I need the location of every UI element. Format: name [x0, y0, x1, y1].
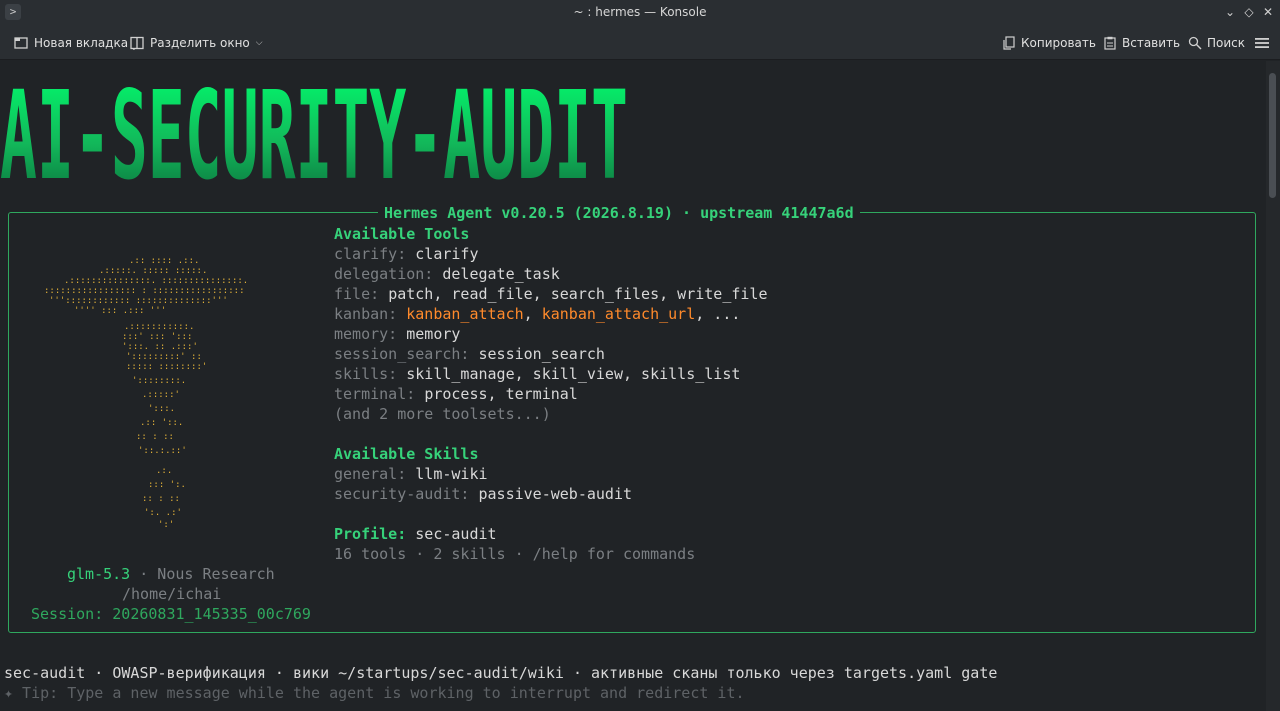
chevron-down-icon[interactable]: ⌵ [256, 38, 263, 48]
tool-group-values: memory [406, 325, 461, 343]
title-bar: > ~ : hermes — Konsole ⌄ ◇ ✕ [0, 0, 1280, 26]
skills-heading: Available Skills [334, 445, 479, 463]
tool-group-name: file: [334, 285, 389, 303]
tool-group-name: memory: [334, 325, 407, 343]
tool-row: memory: memory [334, 324, 460, 344]
tool-unavailable: kanban_attach_url [541, 305, 696, 323]
paste-label: Вставить [1122, 36, 1181, 50]
scrollbar-thumb[interactable] [1269, 73, 1276, 198]
tool-group-values: clarify [415, 245, 479, 263]
tool-row: session_search: session_search [334, 344, 605, 364]
new-tab-icon [14, 37, 28, 49]
profile-label: Profile: [334, 525, 407, 543]
tool-group-values: delegate_task [442, 265, 560, 283]
copy-button[interactable]: Копировать [1002, 33, 1096, 53]
skill-row: security-audit: passive-web-audit [334, 484, 632, 504]
new-tab-button[interactable]: Новая вкладка ⌄ [14, 33, 138, 53]
window-title: ~ : hermes — Konsole [573, 5, 707, 19]
summary-line: 16 tools · 2 skills · /help for commands [334, 545, 696, 563]
tool-ellipsis: , ... [695, 305, 741, 323]
model-line: glm-5.3 · Nous Research [67, 564, 275, 584]
tool-row: kanban: kanban_attach, kanban_attach_url… [334, 304, 740, 324]
split-view-icon [130, 36, 144, 50]
tools-heading: Available Tools [334, 225, 470, 243]
paste-icon [1104, 36, 1116, 50]
tool-row: clarify: clarify [334, 244, 479, 264]
tool-group-name: terminal: [334, 385, 425, 403]
model-name: glm-5.3 [67, 565, 131, 583]
profile-value: sec-audit [406, 525, 497, 543]
session-id: Session: 20260831_145335_00c769 [31, 605, 311, 623]
hamburger-menu-button[interactable] [1255, 33, 1274, 53]
tool-row: file: patch, read_file, search_files, wr… [334, 284, 767, 304]
banner-text: AI-SECURITY-AUDIT [0, 80, 628, 185]
tool-group-name: clarify: [334, 245, 416, 263]
tool-group-name: skills: [334, 365, 407, 383]
toolbar: Новая вкладка ⌄ Разделить окно ⌵ Копиров… [0, 26, 1280, 60]
skill-group-name: general: [334, 465, 416, 483]
tool-row: terminal: process, terminal [334, 384, 578, 404]
skill-row: general: llm-wiki [334, 464, 488, 484]
paste-button[interactable]: Вставить [1103, 33, 1180, 53]
copy-icon [1003, 36, 1015, 50]
new-tab-label: Новая вкладка [34, 36, 129, 50]
model-provider: · Nous Research [130, 565, 275, 583]
skill-group-name: security-audit: [334, 485, 479, 503]
panel-title: Hermes Agent v0.20.5 (2026.8.19) · upstr… [378, 204, 860, 222]
copy-label: Копировать [1021, 36, 1096, 50]
tool-group-name: delegation: [334, 265, 443, 283]
scrollbar[interactable] [1266, 61, 1280, 711]
ascii-banner: AI-SECURITY-AUDIT [0, 80, 628, 185]
split-view-button[interactable]: Разделить окно ⌵ [130, 33, 263, 53]
split-view-label: Разделить окно [150, 36, 250, 50]
tool-unavailable: kanban_attach [406, 305, 524, 323]
hamburger-menu-icon [1255, 38, 1269, 48]
tool-row: skills: skill_manage, skill_view, skills… [334, 364, 740, 384]
tool-group-values: skill_manage, skill_view, skills_list [406, 365, 741, 383]
tool-group-values: patch, read_file, search_files, write_fi… [388, 285, 768, 303]
terminal-view[interactable]: AI-SECURITY-AUDIT .:: :::: .::. .:::::. … [0, 61, 1266, 711]
tools-more: (and 2 more toolsets...) [334, 405, 551, 423]
tip-line: ✦ Tip: Type a new message while the agen… [4, 684, 745, 702]
skill-group-values: llm-wiki [415, 465, 488, 483]
profile-line: Profile: sec-audit [334, 524, 497, 544]
close-icon[interactable]: ✕ [1259, 3, 1277, 21]
tool-group-values: process, terminal [424, 385, 578, 403]
skill-group-values: passive-web-audit [478, 485, 633, 503]
tool-separator: , [523, 305, 542, 323]
search-label: Поиск [1207, 36, 1246, 50]
search-button[interactable]: Поиск [1188, 33, 1245, 53]
cwd-path: /home/ichai [122, 585, 222, 603]
search-icon [1188, 36, 1202, 50]
tool-group-name: session_search: [334, 345, 479, 363]
maximize-icon[interactable]: ◇ [1240, 3, 1258, 21]
tool-group-values: session_search [478, 345, 605, 363]
tool-row: delegation: delegate_task [334, 264, 560, 284]
minimize-icon[interactable]: ⌄ [1221, 3, 1239, 21]
status-line: sec-audit · OWASP-верификация · вики ~/s… [4, 664, 998, 682]
tool-group-name: kanban: [334, 305, 407, 323]
